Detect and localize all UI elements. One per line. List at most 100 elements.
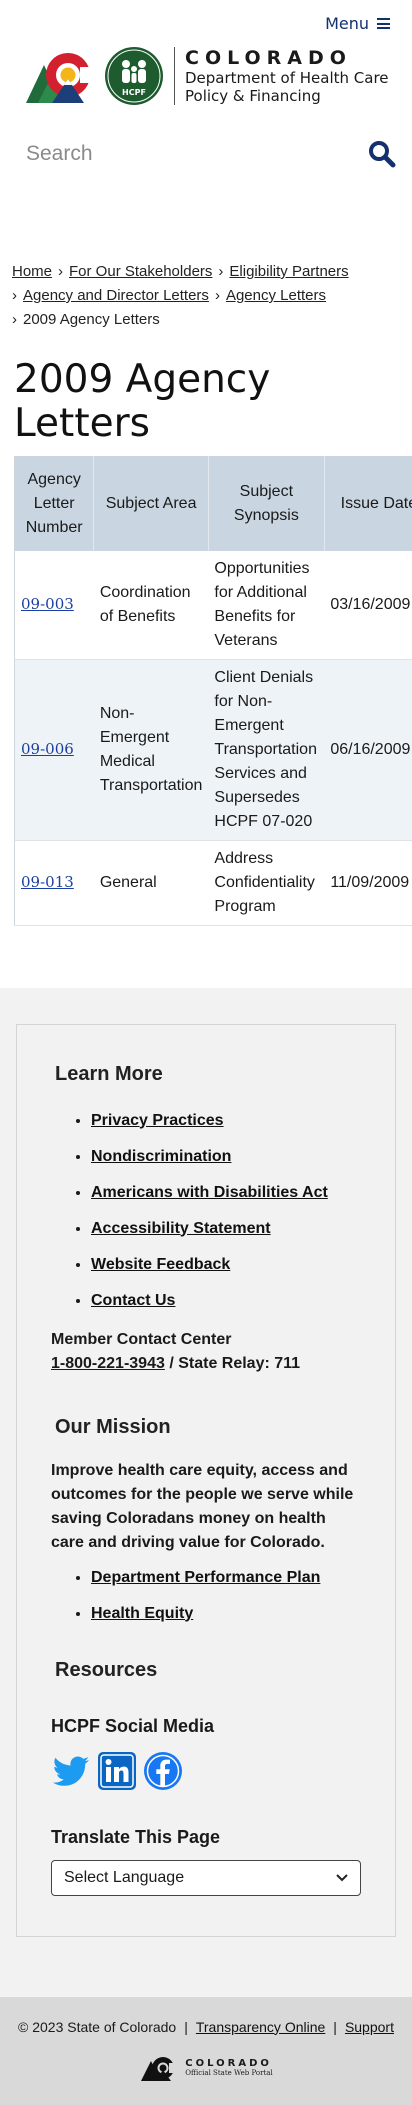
portal-state: COLORADO <box>185 2058 272 2069</box>
search-bar <box>0 112 412 168</box>
transparency-online-link[interactable]: Transparency Online <box>196 2019 325 2035</box>
cell-subject-area: General <box>94 840 209 925</box>
state-relay-text: / State Relay: 711 <box>165 1355 300 1372</box>
breadcrumb-for-our-stakeholders[interactable]: For Our Stakeholders <box>69 263 212 280</box>
social-media-links <box>51 1751 361 1791</box>
language-select[interactable]: Select Language <box>51 1860 361 1896</box>
social-media-heading: HCPF Social Media <box>51 1716 361 1737</box>
accessibility-statement-link[interactable]: Accessibility Statement <box>91 1220 271 1237</box>
learn-more-list: Privacy Practices Nondiscrimination Amer… <box>91 1112 361 1310</box>
hcpf-badge-text: HCPF <box>122 88 146 97</box>
cell-letter-number: 09-006 <box>15 659 94 840</box>
list-item: Health Equity <box>91 1605 361 1623</box>
breadcrumb-agency-letters[interactable]: Agency Letters <box>226 287 326 304</box>
search-input[interactable] <box>26 142 326 166</box>
privacy-practices-link[interactable]: Privacy Practices <box>91 1112 224 1129</box>
divider: | <box>333 2019 337 2035</box>
ada-link[interactable]: Americans with Disabilities Act <box>91 1184 328 1201</box>
cell-letter-number: 09-003 <box>15 551 94 660</box>
portal-wordmark: COLORADO Official State Web Portal <box>185 2058 272 2077</box>
breadcrumb-home[interactable]: Home <box>12 263 52 280</box>
table-row: 09-013 General Address Confidentiality P… <box>15 840 412 925</box>
cell-subject-area: Non-Emergent Medical Transportation <box>94 659 209 840</box>
cell-letter-number: 09-013 <box>15 840 94 925</box>
nondiscrimination-link[interactable]: Nondiscrimination <box>91 1148 231 1165</box>
list-item: Website Feedback <box>91 1256 361 1274</box>
chevron-down-icon <box>336 1874 348 1882</box>
site-header: Menu HCPF COLORADO Dep <box>0 0 412 168</box>
health-equity-link[interactable]: Health Equity <box>91 1605 193 1622</box>
list-item: Accessibility Statement <box>91 1220 361 1238</box>
breadcrumb-chevron-icon: › <box>58 263 63 280</box>
mission-heading: Our Mission <box>55 1416 361 1439</box>
language-select-value: Select Language <box>64 1869 184 1887</box>
cell-subject-synopsis: Address Confidentiality Program <box>208 840 324 925</box>
logo-divider <box>174 47 175 105</box>
table-row: 09-003 Coordination of Benefits Opportun… <box>15 551 412 660</box>
list-item: Contact Us <box>91 1292 361 1310</box>
breadcrumb-line-1: Home › For Our Stakeholders › Eligibility Pa… <box>12 260 400 284</box>
column-header-letter-number: Agency Letter Number <box>15 457 94 551</box>
list-item: Americans with Disabilities Act <box>91 1184 361 1202</box>
agency-logo-link[interactable]: HCPF COLORADO Department of Health Care … <box>0 40 412 112</box>
search-icon[interactable] <box>368 140 396 168</box>
column-header-issue-date: Issue Date <box>324 457 412 551</box>
breadcrumb-chevron-icon: › <box>218 263 223 280</box>
breadcrumb-current: 2009 Agency Letters <box>23 311 160 328</box>
website-feedback-link[interactable]: Website Feedback <box>91 1256 230 1273</box>
breadcrumb-eligibility-partners[interactable]: Eligibility Partners <box>229 263 348 280</box>
member-contact: Member Contact Center 1-800-221-3943 / S… <box>51 1328 361 1376</box>
copyright-text: © 2023 State of Colorado <box>18 2019 176 2035</box>
performance-plan-link[interactable]: Department Performance Plan <box>91 1569 320 1586</box>
letter-link-09-013[interactable]: 09-013 <box>21 873 74 891</box>
breadcrumb-chevron-icon: › <box>12 311 17 328</box>
hamburger-icon <box>377 18 390 29</box>
cell-subject-synopsis: Client Denials for Non-Emergent Transpor… <box>208 659 324 840</box>
footer-card: Learn More Privacy Practices Nondiscrimi… <box>16 1024 396 1937</box>
column-header-subject-synopsis: Subject Synopsis <box>208 457 324 551</box>
agency-wordmark: COLORADO Department of Health Care Polic… <box>185 47 389 105</box>
contact-us-link[interactable]: Contact Us <box>91 1292 175 1309</box>
state-portal-logo[interactable]: COLORADO Official State Web Portal <box>139 2053 272 2083</box>
agency-state: COLORADO <box>185 47 389 69</box>
page-title: 2009 Agency Letters <box>14 358 412 446</box>
cell-subject-area: Coordination of Benefits <box>94 551 209 660</box>
agency-name-line1: Department of Health Care <box>185 69 389 87</box>
mission-links-list: Department Performance Plan Health Equit… <box>91 1569 361 1623</box>
site-footer: Learn More Privacy Practices Nondiscrimi… <box>0 988 412 2105</box>
breadcrumb-agency-director-letters[interactable]: Agency and Director Letters <box>23 287 209 304</box>
agency-letters-table: Agency Letter Number Subject Area Subjec… <box>14 456 412 926</box>
letter-link-09-006[interactable]: 09-006 <box>21 740 74 758</box>
breadcrumb-line-3: › 2009 Agency Letters <box>12 308 400 332</box>
agency-letters-table-container[interactable]: Agency Letter Number Subject Area Subjec… <box>14 456 412 926</box>
member-phone-link[interactable]: 1-800-221-3943 <box>51 1355 165 1372</box>
bottom-bar: © 2023 State of Colorado | Transparency On… <box>0 1997 412 2105</box>
member-contact-phone-line: 1-800-221-3943 / State Relay: 711 <box>51 1352 361 1376</box>
top-bar: Menu <box>0 0 412 40</box>
twitter-icon[interactable] <box>51 1751 91 1791</box>
list-item: Nondiscrimination <box>91 1148 361 1166</box>
list-item: Privacy Practices <box>91 1112 361 1130</box>
hcpf-badge-logo-icon: HCPF <box>104 46 164 106</box>
letter-link-09-003[interactable]: 09-003 <box>21 595 74 613</box>
member-contact-label: Member Contact Center <box>51 1328 361 1352</box>
translate-heading: Translate This Page <box>51 1827 361 1848</box>
learn-more-heading: Learn More <box>55 1063 361 1086</box>
cell-issue-date: 06/16/2009 <box>324 659 412 840</box>
divider: | <box>184 2019 188 2035</box>
list-item: Department Performance Plan <box>91 1569 361 1587</box>
table-header-row: Agency Letter Number Subject Area Subjec… <box>15 457 412 551</box>
support-link[interactable]: Support <box>345 2019 394 2035</box>
breadcrumb-chevron-icon: › <box>12 287 17 304</box>
cell-issue-date: 11/09/2009 <box>324 840 412 925</box>
mission-text: Improve health care equity, access and o… <box>51 1459 361 1555</box>
menu-label: Menu <box>325 14 369 33</box>
agency-name-line2: Policy & Financing <box>185 87 389 105</box>
facebook-icon[interactable] <box>143 1751 183 1791</box>
cell-issue-date: 03/16/2009 <box>324 551 412 660</box>
breadcrumb-chevron-icon: › <box>215 287 220 304</box>
linkedin-icon[interactable] <box>97 1751 137 1791</box>
colorado-portal-logo-icon <box>139 2053 179 2083</box>
breadcrumb-line-2: › Agency and Director Letters › Agency Lett… <box>12 284 400 308</box>
menu-button[interactable]: Menu <box>325 14 390 33</box>
